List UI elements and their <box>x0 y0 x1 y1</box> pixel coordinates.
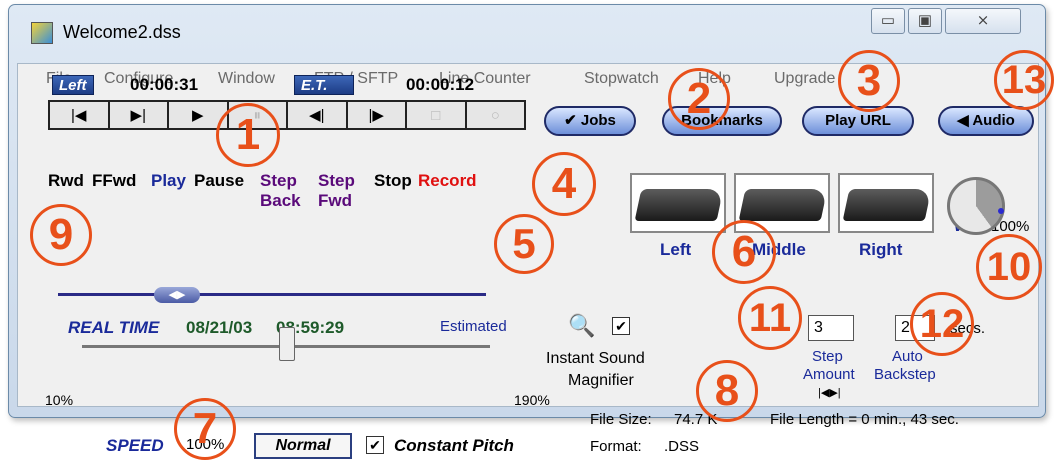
et-time-tag: E.T. <box>294 75 354 95</box>
callout-10: 10 <box>976 234 1042 300</box>
step-back-button[interactable]: ◀| <box>288 102 348 128</box>
et-time-value: 00:00:12 <box>406 75 475 94</box>
callout-8: 8 <box>696 360 758 422</box>
callout-11: 11 <box>738 286 802 350</box>
title-bar: Welcome2.dss ▭ ▣ ⨯ <box>9 5 1045 57</box>
callout-7: 7 <box>174 398 236 460</box>
callout-1: 1 <box>216 103 280 167</box>
label-ffwd: FFwd <box>92 171 137 190</box>
position-slider-thumb[interactable]: ◀▶ <box>154 287 200 303</box>
label-step-fwd: Step <box>318 171 355 190</box>
left-time-tag: Left <box>52 75 94 95</box>
constant-pitch-checkbox[interactable]: ✔ <box>366 436 384 454</box>
jobs-button[interactable]: ✔ Jobs <box>544 106 636 136</box>
label-fwd: Fwd <box>318 191 352 210</box>
callout-12: 12 <box>910 292 974 356</box>
speed-max: 190% <box>514 392 550 408</box>
pedal-left-label: Left <box>660 240 692 259</box>
speed-label: SPEED <box>106 436 164 455</box>
pedal-middle-icon <box>738 189 828 221</box>
menu-stopwatch[interactable]: Stopwatch <box>584 70 659 88</box>
pedal-right-icon <box>842 189 932 221</box>
speed-slider-thumb[interactable] <box>279 327 295 361</box>
normal-speed-button[interactable]: Normal <box>254 433 352 459</box>
format-value: .DSS <box>664 438 700 455</box>
pedal-right-label: Right <box>859 240 903 259</box>
callout-6: 6 <box>712 220 776 284</box>
app-icon <box>31 22 53 44</box>
stop-button[interactable]: □ <box>407 102 467 128</box>
minimize-button[interactable]: ▭ <box>871 8 905 34</box>
volume-knob-indicator <box>998 208 1004 214</box>
left-time-value: 00:00:31 <box>130 75 199 94</box>
volume-knob[interactable] <box>947 177 1005 235</box>
step-label-2: Amount <box>803 366 855 383</box>
magnifier-icon[interactable]: 🔍 <box>568 313 595 339</box>
menu-upgrade[interactable]: Upgrade <box>774 70 835 88</box>
pedal-left[interactable] <box>630 173 726 233</box>
realtime-label: REAL TIME <box>68 318 160 337</box>
step-arrows-icon: |◀▶| <box>818 387 841 399</box>
label-rwd: Rwd <box>48 171 84 190</box>
format-label: Format: <box>590 438 642 455</box>
step-label-1: Step <box>812 348 843 365</box>
magnifier-label-1: Instant Sound <box>546 350 645 367</box>
label-step-back: Step <box>260 171 297 190</box>
constant-pitch-label: Constant Pitch <box>394 436 514 455</box>
close-button[interactable]: ⨯ <box>945 8 1021 34</box>
label-pause: Pause <box>194 171 245 190</box>
realtime-date: 08/21/03 <box>186 318 253 337</box>
magnifier-label-2: Magnifier <box>568 372 634 389</box>
backstep-label-1: Auto <box>892 348 923 365</box>
callout-13: 13 <box>994 50 1054 110</box>
position-slider-track[interactable] <box>58 293 486 296</box>
callout-2: 2 <box>668 68 730 130</box>
file-size-label: File Size: <box>590 411 652 428</box>
callout-3: 3 <box>838 50 900 112</box>
magnifier-checkbox[interactable]: ✔ <box>612 317 630 335</box>
step-forward-button[interactable]: |▶ <box>348 102 407 128</box>
maximize-button[interactable]: ▣ <box>908 8 942 34</box>
label-record: Record <box>418 171 477 190</box>
play-url-button[interactable]: Play URL <box>802 106 914 136</box>
speed-min: 10% <box>45 392 74 408</box>
transport-bar: |◀ ▶| ▶ ⏸ ◀| |▶ □ ○ <box>48 100 526 130</box>
label-stop: Stop <box>374 171 412 190</box>
pedal-right[interactable] <box>838 173 934 233</box>
file-length: File Length = 0 min., 43 sec. <box>770 411 959 428</box>
pedal-left-icon <box>634 189 724 221</box>
callout-9: 9 <box>30 204 92 266</box>
estimated-label: Estimated <box>440 318 507 335</box>
audio-button[interactable]: ◀ Audio <box>938 106 1034 136</box>
record-button[interactable]: ○ <box>467 102 525 128</box>
fast-forward-button[interactable]: ▶| <box>110 102 169 128</box>
rewind-button[interactable]: |◀ <box>50 102 110 128</box>
menu-window[interactable]: Window <box>218 70 275 88</box>
label-back: Back <box>260 191 301 210</box>
label-play: Play <box>151 171 186 190</box>
window-title: Welcome2.dss <box>63 22 181 42</box>
callout-4: 4 <box>532 152 596 216</box>
backstep-label-2: Backstep <box>874 366 936 383</box>
step-amount-input[interactable]: 3 <box>808 315 854 341</box>
callout-5: 5 <box>494 214 554 274</box>
